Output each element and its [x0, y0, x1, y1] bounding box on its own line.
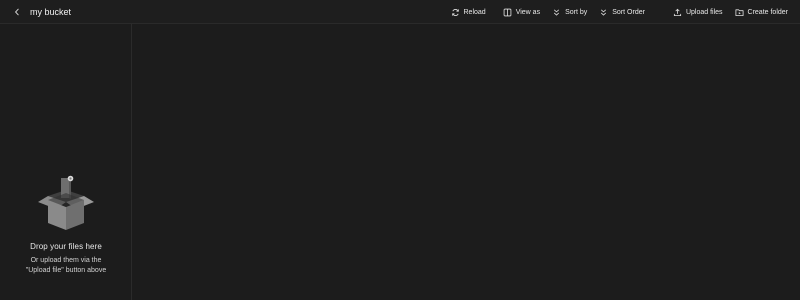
reload-label: Reload [463, 8, 486, 16]
dropzone-subtitle: Or upload them via the "Upload file" but… [25, 257, 107, 274]
toolbar: Reload View as Sort by Sort Order Upload… [451, 0, 800, 24]
sort-order-label: Sort Order [612, 8, 645, 16]
create-folder-button[interactable]: Create folder [735, 0, 788, 24]
column-pane: Drop your files here Or upload them via … [0, 24, 132, 300]
upload-files-button[interactable]: Upload files [673, 0, 723, 24]
sort-order-button[interactable]: Sort Order [599, 0, 645, 24]
dropzone[interactable]: Drop your files here Or upload them via … [0, 174, 132, 276]
upload-icon [673, 8, 682, 16]
page-title: my bucket [30, 6, 72, 17]
upload-files-label: Upload files [685, 8, 723, 16]
view-as-label: View as [515, 8, 541, 16]
header-bar: my bucket Reload View as Sort by Sort Or… [0, 0, 800, 24]
double-chevron-down-icon [554, 9, 560, 16]
storage-explorer: my bucket Reload View as Sort by Sort Or… [0, 0, 800, 300]
refresh-icon [451, 8, 459, 16]
sort-by-button[interactable]: Sort by [552, 0, 587, 24]
file-list-area[interactable] [133, 24, 800, 300]
back-button[interactable] [10, 5, 24, 19]
create-folder-label: Create folder [747, 8, 788, 16]
empty-box-icon [38, 175, 94, 230]
columns-icon [503, 8, 512, 16]
dropzone-title: Drop your files here [30, 242, 102, 251]
sort-by-label: Sort by [565, 8, 588, 16]
chevron-left-icon [15, 8, 19, 15]
reload-button[interactable]: Reload [451, 0, 486, 24]
view-as-button[interactable]: View as [503, 0, 540, 24]
double-chevron-down-icon [601, 9, 607, 16]
folder-plus-icon [735, 8, 744, 16]
